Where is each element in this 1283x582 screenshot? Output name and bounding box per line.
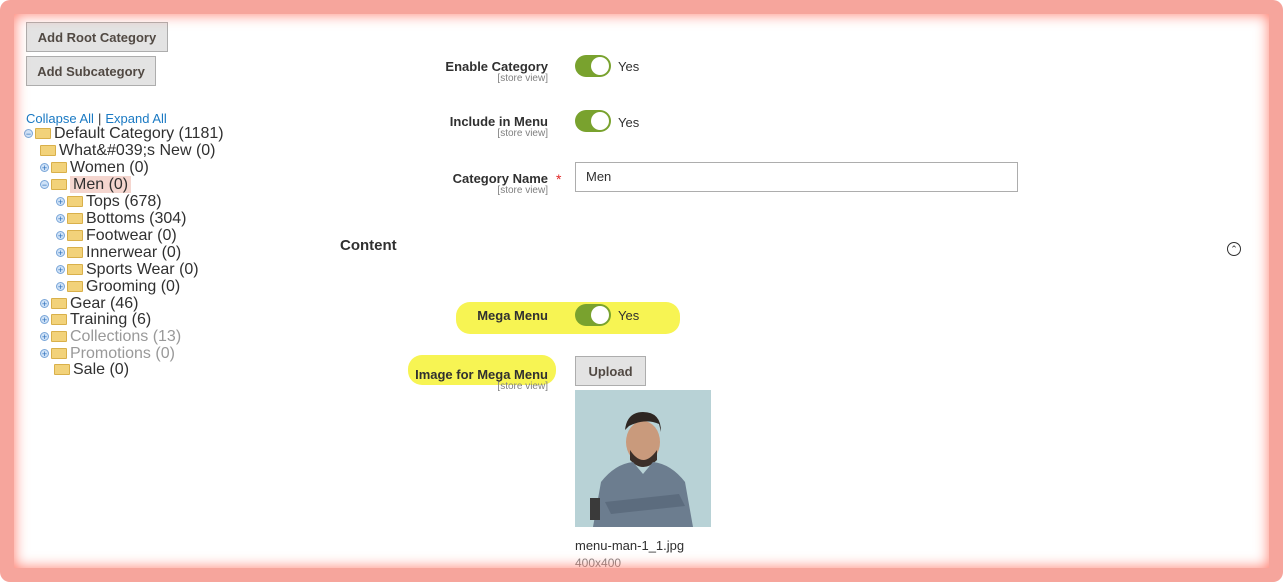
toggle-knob — [591, 57, 609, 75]
folder-icon — [51, 298, 67, 310]
uploaded-file-name[interactable]: menu-man-1_1.jpg — [575, 538, 684, 553]
store-view-scope: [store view] — [497, 128, 548, 139]
expand-node-icon[interactable]: + — [56, 197, 65, 207]
folder-icon — [67, 213, 83, 225]
store-view-scope: [store view] — [497, 381, 548, 392]
folder-icon — [51, 179, 67, 191]
folder-icon — [67, 247, 83, 259]
store-view-scope: [store view] — [497, 73, 548, 84]
tree-node-gear[interactable]: + Gear (46) — [40, 296, 138, 312]
toggle-knob — [591, 306, 609, 324]
image-for-mega-menu-label: Image for Mega Menu [store view] — [400, 367, 548, 392]
tree-node-men[interactable]: − Men (0) — [40, 176, 132, 193]
folder-icon — [67, 264, 83, 276]
tree-node-women[interactable]: + Women (0) — [40, 160, 149, 176]
category-edit-panel: Add Root Category Add Subcategory Collap… — [20, 16, 1265, 582]
tree-controls: Collapse All | Expand All — [26, 111, 167, 126]
uploaded-file-dimensions: 400x400 — [575, 556, 622, 570]
tree-node-default[interactable]: − Default Category (1181) — [24, 126, 224, 142]
upload-button[interactable]: Upload — [575, 356, 646, 386]
include-in-menu-toggle[interactable] — [575, 110, 611, 132]
tree-node-footwear[interactable]: + Footwear (0) — [56, 228, 177, 244]
add-root-category-button[interactable]: Add Root Category — [26, 22, 168, 52]
enable-category-toggle[interactable] — [575, 55, 611, 77]
tree-node-whats-new[interactable]: What&#039;s New (0) — [40, 143, 216, 159]
toggle-knob — [591, 112, 609, 130]
collapse-all-link[interactable]: Collapse All — [26, 111, 94, 126]
expand-node-icon[interactable]: + — [40, 299, 49, 309]
man-portrait-image — [575, 390, 711, 527]
category-name-label: Category Name [store view] — [400, 171, 548, 196]
collapse-node-icon[interactable]: − — [40, 180, 49, 190]
content-section-title[interactable]: Content — [340, 237, 397, 254]
collapse-node-icon[interactable]: − — [24, 129, 33, 139]
expand-node-icon[interactable]: + — [56, 248, 65, 258]
expand-node-icon[interactable]: + — [56, 231, 65, 241]
enable-category-label: Enable Category [store view] — [400, 59, 548, 84]
required-asterisk: * — [556, 171, 562, 187]
expand-node-icon[interactable]: + — [56, 265, 65, 275]
expand-all-link[interactable]: Expand All — [105, 111, 166, 126]
collapse-section-icon[interactable]: ⌃ — [1227, 242, 1241, 256]
folder-icon — [67, 281, 83, 293]
trash-icon — [590, 498, 600, 520]
category-name-input[interactable]: Men — [575, 162, 1018, 192]
tree-node-bottoms[interactable]: + Bottoms (304) — [56, 211, 186, 227]
tree-node-sale[interactable]: Sale (0) — [54, 362, 129, 378]
expand-node-icon[interactable]: + — [40, 349, 49, 359]
store-view-scope: [store view] — [497, 185, 548, 196]
folder-icon — [67, 196, 83, 208]
folder-icon — [35, 128, 51, 140]
folder-icon — [51, 314, 67, 326]
folder-icon — [51, 331, 67, 343]
tree-node-sports-wear[interactable]: + Sports Wear (0) — [56, 262, 199, 278]
mega-menu-value: Yes — [618, 308, 640, 323]
include-in-menu-value: Yes — [618, 115, 640, 130]
add-subcategory-button[interactable]: Add Subcategory — [26, 56, 156, 86]
expand-node-icon[interactable]: + — [40, 163, 49, 173]
tree-node-tops[interactable]: + Tops (678) — [56, 194, 162, 210]
folder-icon — [51, 348, 67, 360]
folder-icon — [51, 162, 67, 174]
tree-node-innerwear[interactable]: + Innerwear (0) — [56, 245, 181, 261]
enable-category-value: Yes — [618, 59, 640, 74]
uploaded-image-preview[interactable] — [575, 390, 711, 527]
folder-icon — [40, 145, 56, 157]
mega-menu-label: Mega Menu — [477, 308, 548, 323]
tree-node-training[interactable]: + Training (6) — [40, 312, 151, 328]
expand-node-icon[interactable]: + — [40, 315, 49, 325]
include-in-menu-label: Include in Menu [store view] — [400, 114, 548, 139]
expand-node-icon[interactable]: + — [56, 214, 65, 224]
mega-menu-toggle[interactable] — [575, 304, 611, 326]
folder-icon — [54, 364, 70, 376]
tree-node-collections[interactable]: + Collections (13) — [40, 329, 181, 345]
expand-node-icon[interactable]: + — [56, 282, 65, 292]
expand-node-icon[interactable]: + — [40, 332, 49, 342]
folder-icon — [67, 230, 83, 242]
tree-node-grooming[interactable]: + Grooming (0) — [56, 279, 180, 295]
tree-node-promotions[interactable]: + Promotions (0) — [40, 346, 175, 362]
link-separator: | — [97, 111, 102, 126]
